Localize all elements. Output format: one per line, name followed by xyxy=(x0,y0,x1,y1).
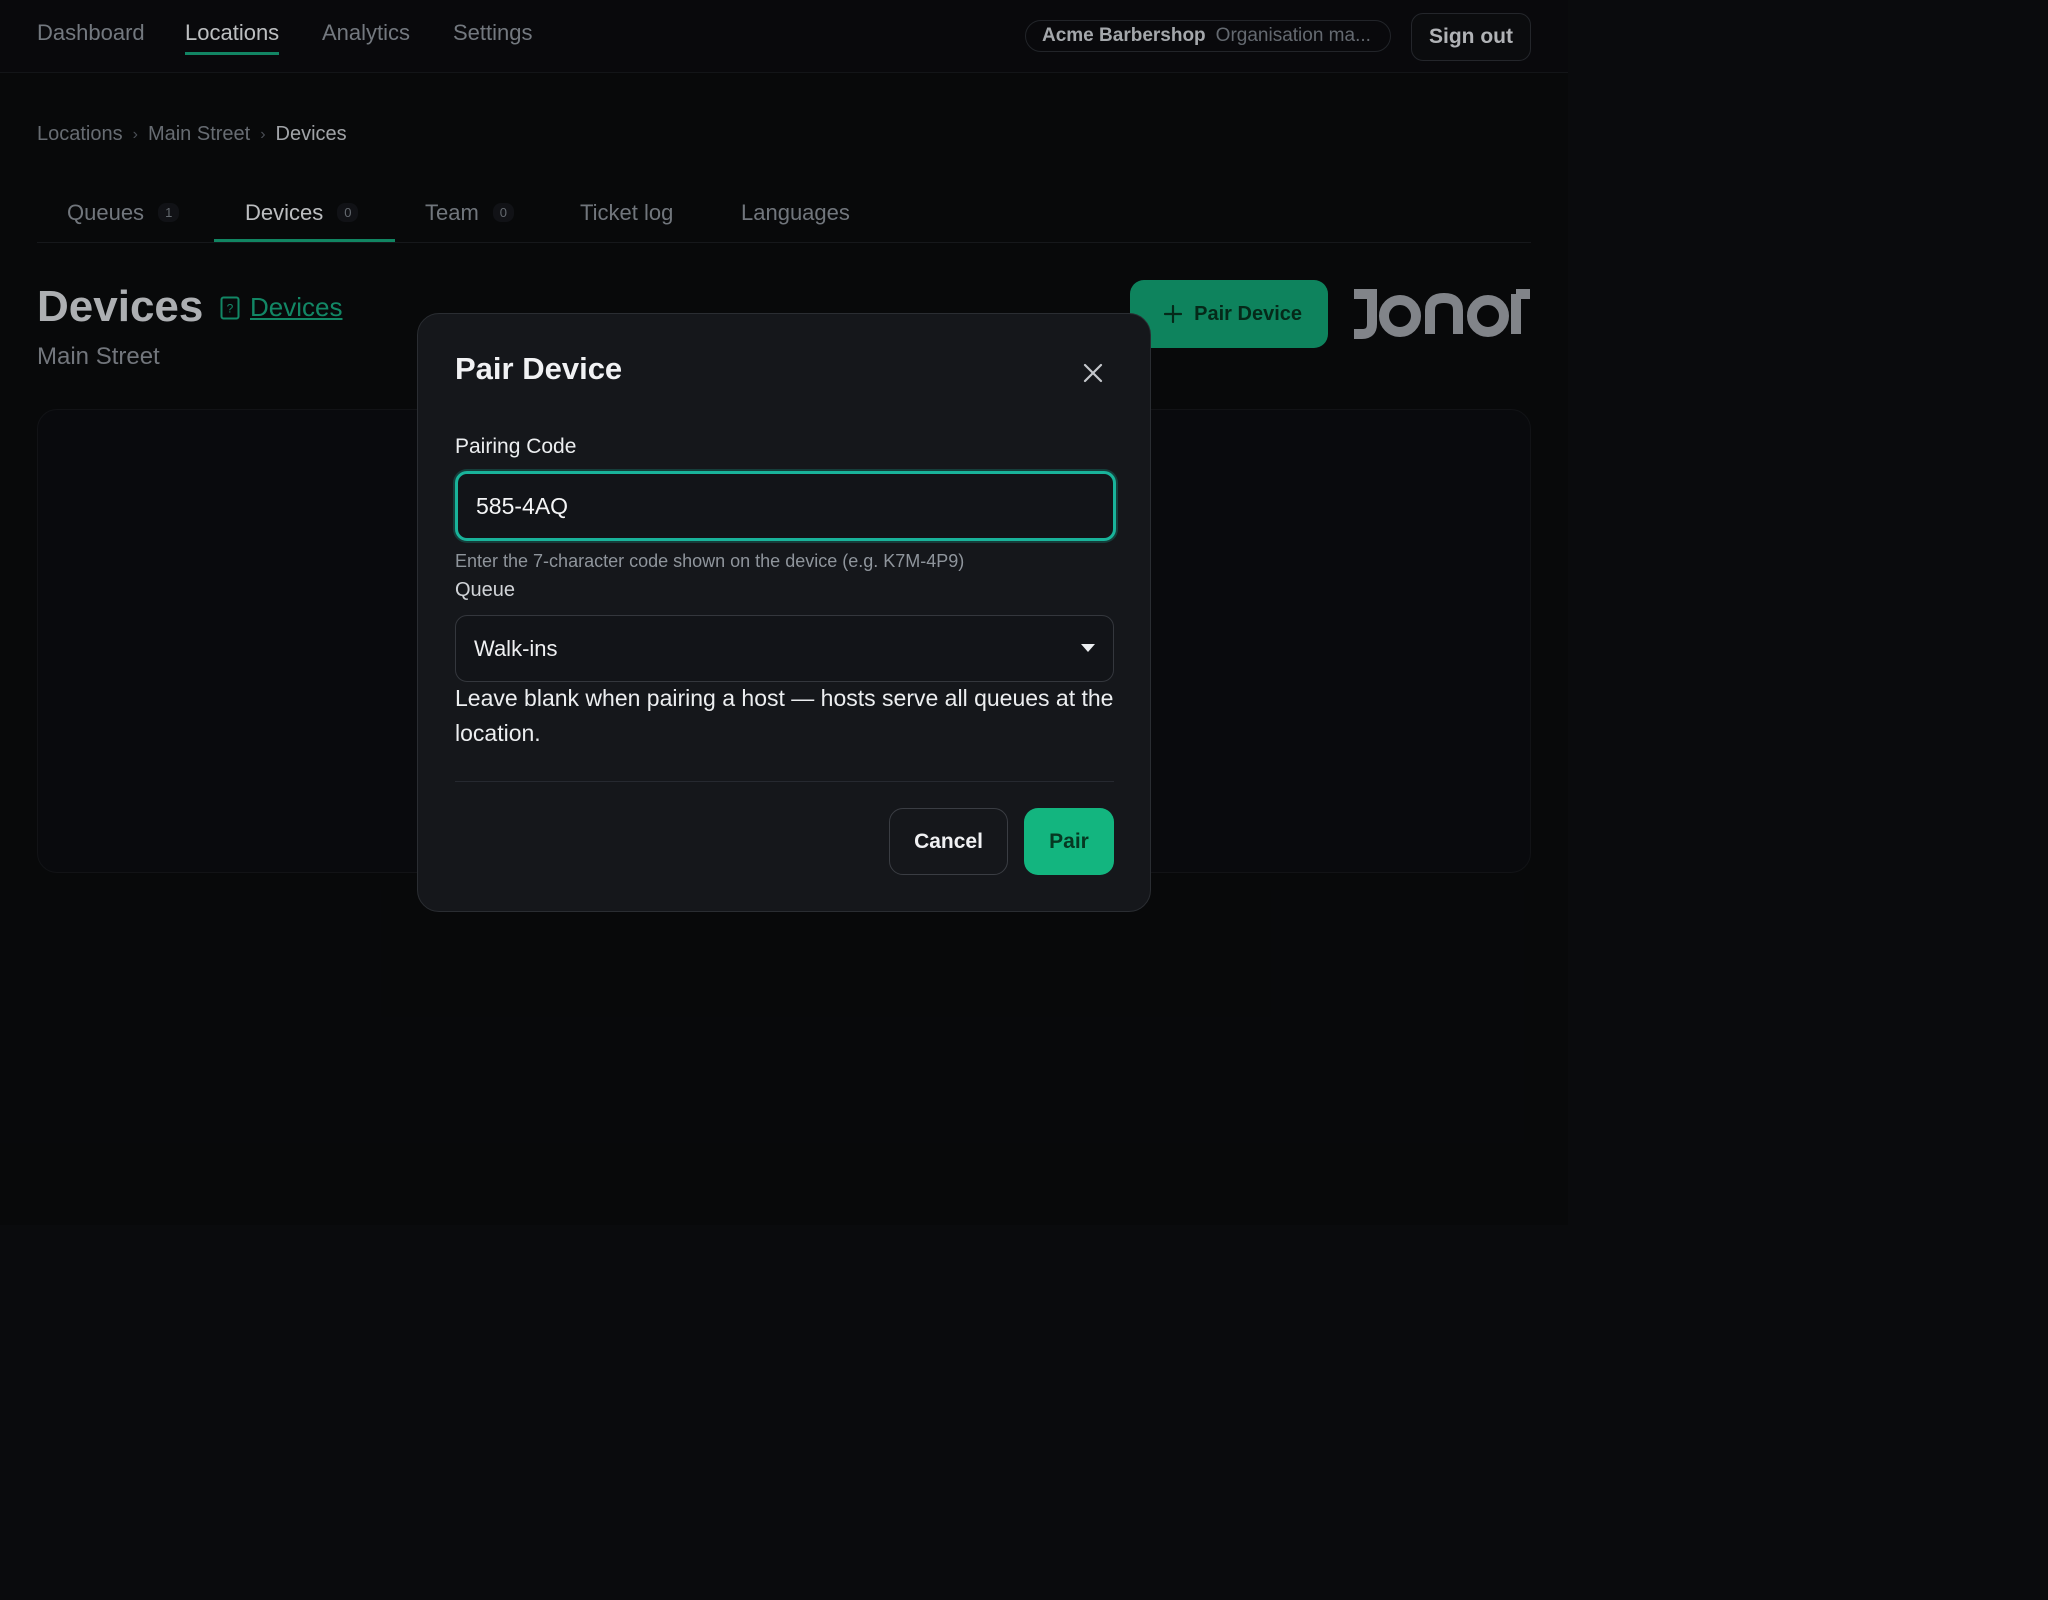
pairing-code-hint: Enter the 7-character code shown on the … xyxy=(455,551,965,571)
pairing-code-label: Pairing Code xyxy=(455,435,577,458)
queue-select[interactable]: Walk-ins xyxy=(455,615,1114,682)
dialog-title: Pair Device xyxy=(455,351,623,386)
queue-selected-value: Walk-ins xyxy=(474,635,558,661)
pair-button[interactable]: Pair xyxy=(1024,808,1114,875)
queue-help-text: Leave blank when pairing a host — hosts … xyxy=(455,685,1114,746)
queue-label: Queue xyxy=(455,579,516,601)
dialog-divider xyxy=(455,781,1114,782)
cancel-button[interactable]: Cancel xyxy=(889,808,1008,875)
close-icon[interactable] xyxy=(1080,360,1106,386)
chevron-down-icon xyxy=(1081,644,1095,652)
pairing-code-input[interactable] xyxy=(455,471,1116,541)
pair-device-dialog: Pair Device Pairing Code Enter the 7-cha… xyxy=(417,313,1151,912)
